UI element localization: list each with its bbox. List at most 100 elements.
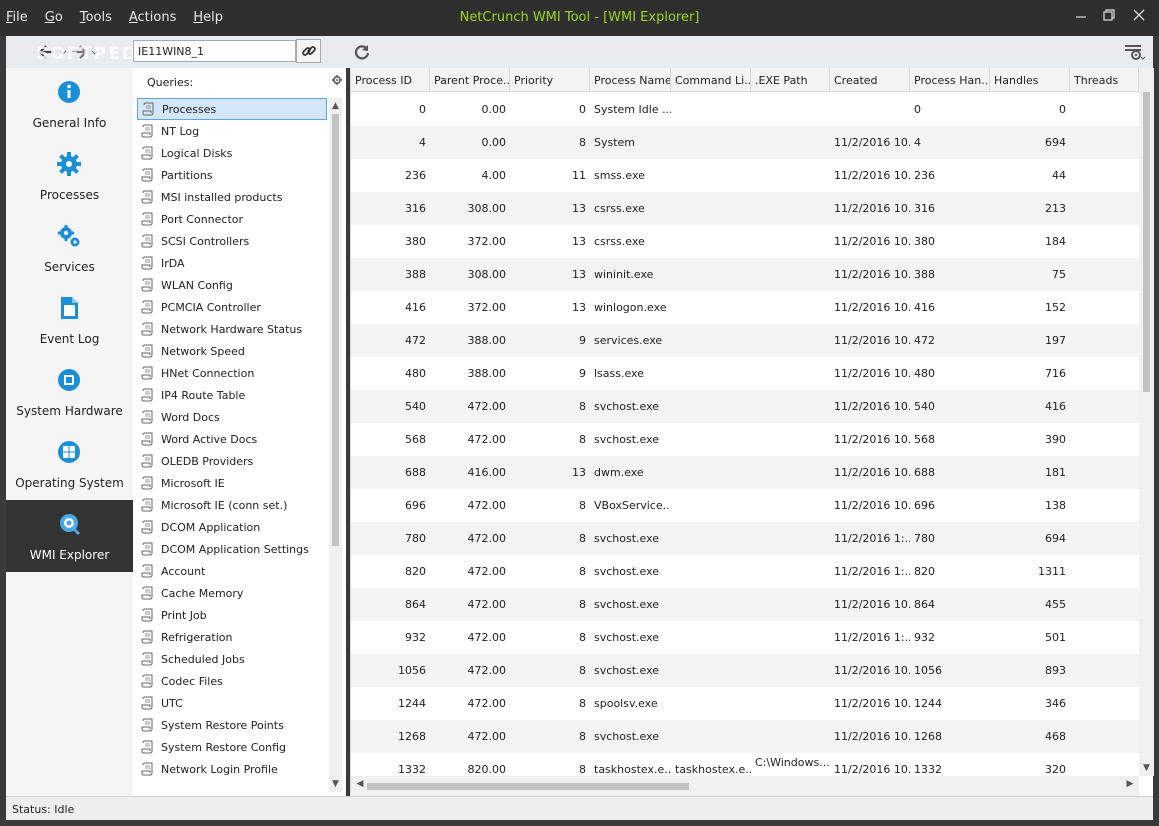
column-header[interactable]: Handles [990,68,1070,91]
query-item[interactable]: Partitions [137,164,327,186]
table-row[interactable]: 540 472.00 8 svchost.exe 11/2/2016 10... 540 4… [351,390,1139,423]
query-item[interactable]: OLEDB Providers [137,450,327,472]
table-row[interactable]: 864 472.00 8 svchost.exe 11/2/2016 10... 864 4… [351,588,1139,621]
query-scroll-thumb[interactable] [332,114,339,546]
wmi-class-icon [141,388,153,402]
close-button[interactable] [1126,4,1152,26]
table-row[interactable]: 688 416.00 13 dwm.exe 11/2/2016 10... 688 181 [351,456,1139,489]
query-item[interactable]: Processes [137,98,327,120]
sidebar-item-general-info[interactable]: General Info [6,68,133,140]
close-icon [1133,9,1145,21]
query-header-label: Queries: [147,76,194,89]
grid-hscroll-thumb[interactable] [367,783,689,790]
query-scrollbar[interactable]: ▲ ▼ [329,98,342,792]
connect-button[interactable] [296,39,321,63]
chevron-left-icon[interactable]: ◀ [353,779,367,789]
table-row[interactable]: 4 0.00 8 System 11/2/2016 10... 4 694 [351,126,1139,159]
table-row[interactable]: 0 0.00 0 System Idle ... 0 0 [351,93,1139,126]
query-item[interactable]: System Restore Config [137,736,327,758]
sidebar-item-system-hardware[interactable]: System Hardware [6,356,133,428]
sidebar-item-operating-system[interactable]: Operating System [6,428,133,500]
table-row[interactable]: 820 472.00 8 svchost.exe 11/2/2016 1:... 820 1… [351,555,1139,588]
table-cell [1070,159,1139,192]
table-row[interactable]: 380 372.00 13 csrss.exe 11/2/2016 10... 380 18… [351,225,1139,258]
column-header[interactable]: Process ID [351,68,430,91]
query-item[interactable]: Microsoft IE (conn set.) [137,494,327,516]
sidebar-item-services[interactable]: Services [6,212,133,284]
chevron-right-icon[interactable]: ▶ [1123,779,1137,789]
chevron-down-icon[interactable]: ▼ [329,779,342,789]
query-item[interactable]: IP4 Route Table [137,384,327,406]
table-row[interactable]: 568 472.00 8 svchost.exe 11/2/2016 10... 568 3… [351,423,1139,456]
column-header[interactable]: Process Name [590,68,671,91]
table-row[interactable]: 388 308.00 13 wininit.exe 11/2/2016 10... 388… [351,258,1139,291]
query-item[interactable]: Cache Memory [137,582,327,604]
settings-button[interactable] [1119,39,1149,65]
table-row[interactable]: 416 372.00 13 winlogon.exe 11/2/2016 10... 41… [351,291,1139,324]
column-header[interactable]: Threads [1070,68,1139,91]
query-item[interactable]: Logical Disks [137,142,327,164]
query-item[interactable]: Print Job [137,604,327,626]
query-item[interactable]: UTC [137,692,327,714]
table-row[interactable]: 1268 472.00 8 svchost.exe 11/2/2016 10... 126… [351,720,1139,753]
query-item[interactable]: Microsoft IE [137,472,327,494]
column-header[interactable]: Command Li... [671,68,751,91]
sidebar-item-wmi-explorer[interactable]: WMI Explorer [6,500,133,572]
query-item[interactable]: Refrigeration [137,626,327,648]
column-header[interactable]: Process Han... [910,68,990,91]
grid-horizontal-scrollbar[interactable]: ◀ ▶ [351,776,1139,796]
grid-vscroll-thumb[interactable] [1143,92,1150,392]
query-item[interactable]: HNet Connection [137,362,327,384]
table-row[interactable]: 316 308.00 13 csrss.exe 11/2/2016 10... 316 21… [351,192,1139,225]
query-item[interactable]: System Restore Points [137,714,327,736]
sidebar-item-processes[interactable]: Processes [6,140,133,212]
query-item[interactable]: DCOM Application Settings [137,538,327,560]
chevron-up-icon[interactable]: ▲ [329,101,342,111]
column-header[interactable]: .EXE Path [751,68,830,91]
table-row[interactable]: 780 472.00 8 svchost.exe 11/2/2016 1:... 780 6… [351,522,1139,555]
minimize-button[interactable] [1068,4,1094,26]
table-row[interactable]: 1056 472.00 8 svchost.exe 11/2/2016 10... 105… [351,654,1139,687]
table-row[interactable]: 472 388.00 9 services.exe 11/2/2016 10... 472… [351,324,1139,357]
column-header[interactable]: Created [830,68,910,91]
chevron-down-icon[interactable]: ▼ [1139,763,1154,773]
table-row[interactable]: 1244 472.00 8 spoolsv.exe 11/2/2016 10... 124… [351,687,1139,720]
query-item[interactable]: IrDA [137,252,327,274]
query-item[interactable]: Word Docs [137,406,327,428]
grid-vertical-scrollbar[interactable]: ▲ ▼ [1139,68,1154,776]
table-cell: 864 [405,598,426,611]
table-row[interactable]: 1332 820.00 8 taskhostex.e... taskhostex.e..… [351,753,1139,776]
column-header[interactable]: Parent Proce... [430,68,510,91]
table-cell: 540 [914,400,935,413]
table-row[interactable]: 480 388.00 9 lsass.exe 11/2/2016 10... 480 716 [351,357,1139,390]
table-cell: 8 [579,400,586,413]
query-item[interactable]: WLAN Config [137,274,327,296]
sidebar-item-event-log[interactable]: Event Log [6,284,133,356]
table-row[interactable]: 236 4.00 11 smss.exe 11/2/2016 10... 236 44 [351,159,1139,192]
table-row[interactable]: 696 472.00 8 VBoxService.... 11/2/2016 10...… [351,489,1139,522]
query-item[interactable]: Network Login Profile [137,758,327,780]
query-item[interactable]: Network Hardware Status [137,318,327,340]
table-row[interactable]: 932 472.00 8 svchost.exe 11/2/2016 1:... 932 5… [351,621,1139,654]
restore-button[interactable] [1096,4,1122,26]
query-item[interactable]: MSI installed products [137,186,327,208]
query-item[interactable]: Network Speed [137,340,327,362]
query-item[interactable]: DCOM Application [137,516,327,538]
column-header[interactable]: Priority [510,68,590,91]
query-item[interactable]: Word Active Docs [137,428,327,450]
query-settings-button[interactable] [332,75,342,88]
table-cell [671,687,751,720]
host-input[interactable] [133,40,296,62]
query-item[interactable]: PCMCIA Controller [137,296,327,318]
query-item[interactable]: Scheduled Jobs [137,648,327,670]
query-item[interactable]: Port Connector [137,208,327,230]
query-item[interactable]: SCSI Controllers [137,230,327,252]
query-item[interactable]: NT Log [137,120,327,142]
refresh-button[interactable] [348,39,376,65]
query-item-label: Network Speed [161,344,245,358]
wmi-class-icon [141,476,153,490]
query-item[interactable]: Account [137,560,327,582]
table-cell: svchost.exe [594,730,660,743]
query-item[interactable]: Codec Files [137,670,327,692]
table-cell: 11/2/2016 10... [834,598,910,611]
